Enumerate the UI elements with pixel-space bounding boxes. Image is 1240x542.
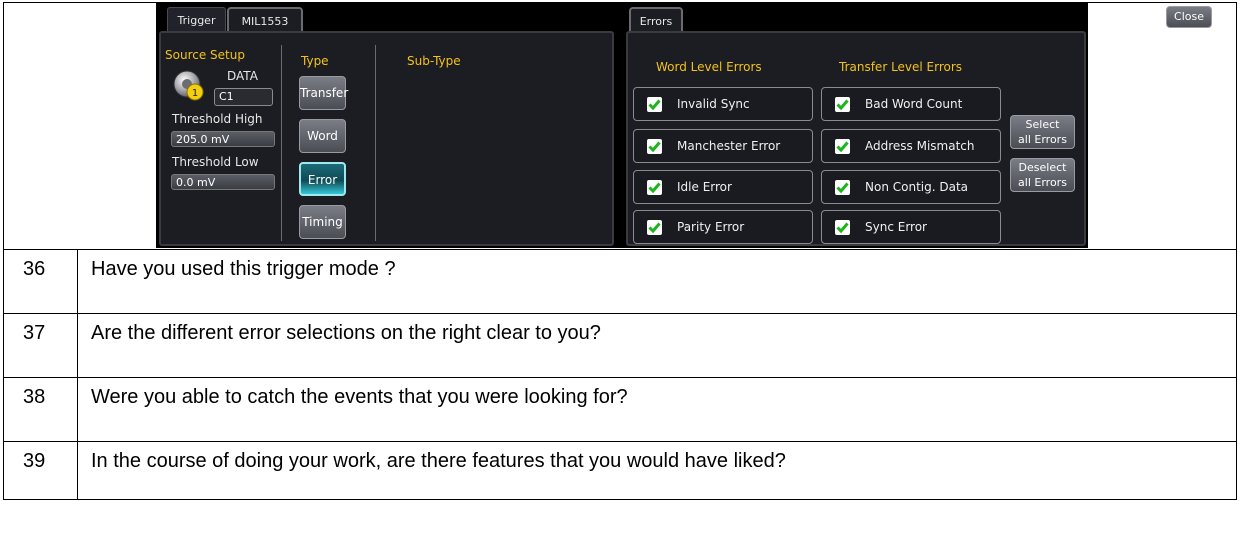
- threshold-low-field[interactable]: 0.0 mV: [171, 174, 275, 190]
- question-row: 39 In the course of doing your work, are…: [3, 441, 1237, 500]
- checkbox-checked-icon: [647, 220, 662, 235]
- deselect-all-errors-button[interactable]: Deselect all Errors: [1010, 158, 1075, 192]
- checkbox-checked-icon: [835, 180, 850, 195]
- error-label: Invalid Sync: [677, 97, 750, 111]
- error-label: Parity Error: [677, 220, 745, 234]
- threshold-high-label: Threshold High: [172, 112, 263, 126]
- error-checkbox-parity-error[interactable]: Parity Error: [633, 210, 813, 244]
- question-text: In the course of doing your work, are th…: [77, 441, 1237, 500]
- oscilloscope-screenshot: Trigger MIL1553 Source Setup 1 DATA C1 T…: [156, 2, 1088, 248]
- word-level-errors-header: Word Level Errors: [656, 60, 762, 74]
- error-label: Manchester Error: [677, 139, 781, 153]
- question-number: 37: [3, 313, 78, 378]
- threshold-low-label: Threshold Low: [172, 155, 259, 169]
- trigger-panel: Source Setup 1 DATA C1 Threshold High 20…: [159, 31, 614, 246]
- question-text: Have you used this trigger mode ?: [77, 249, 1237, 314]
- error-label: Address Mismatch: [865, 139, 975, 153]
- error-checkbox-invalid-sync[interactable]: Invalid Sync: [633, 87, 813, 121]
- question-text: Are the different error selections on th…: [77, 313, 1237, 378]
- question-number: 38: [3, 377, 78, 442]
- error-label: Idle Error: [677, 180, 732, 194]
- checkbox-checked-icon: [835, 139, 850, 154]
- question-number: 36: [3, 249, 78, 314]
- type-word-button[interactable]: Word: [299, 119, 346, 153]
- divider: [281, 45, 282, 241]
- checkbox-checked-icon: [647, 97, 662, 112]
- error-checkbox-bad-word-count[interactable]: Bad Word Count: [821, 87, 1001, 121]
- source-setup-label: Source Setup: [165, 48, 245, 62]
- error-label: Bad Word Count: [865, 97, 963, 111]
- error-label: Sync Error: [865, 220, 927, 234]
- error-checkbox-address-mismatch[interactable]: Address Mismatch: [821, 129, 1001, 163]
- checkbox-checked-icon: [647, 180, 662, 195]
- select-all-line1: Select: [1025, 118, 1060, 131]
- question-text: Were you able to catch the events that y…: [77, 377, 1237, 442]
- deselect-all-line2: all Errors: [1018, 176, 1067, 189]
- checkbox-checked-icon: [835, 220, 850, 235]
- checkbox-checked-icon: [647, 139, 662, 154]
- question-number: 39: [3, 441, 78, 500]
- error-checkbox-sync-error[interactable]: Sync Error: [821, 210, 1001, 244]
- transfer-level-errors-header: Transfer Level Errors: [839, 60, 963, 74]
- close-button[interactable]: Close: [1166, 6, 1212, 28]
- tab-trigger[interactable]: Trigger: [167, 7, 226, 33]
- threshold-high-field[interactable]: 205.0 mV: [171, 131, 275, 147]
- svg-text:1: 1: [192, 88, 198, 99]
- type-label: Type: [301, 54, 329, 68]
- error-checkbox-non-contig-data[interactable]: Non Contig. Data: [821, 170, 1001, 204]
- error-label: Non Contig. Data: [865, 180, 969, 194]
- source-knob-icon[interactable]: 1: [173, 70, 207, 102]
- error-checkbox-idle-error[interactable]: Idle Error: [633, 170, 813, 204]
- question-row: 38 Were you able to catch the events tha…: [3, 377, 1237, 442]
- checkbox-checked-icon: [835, 97, 850, 112]
- type-timing-button[interactable]: Timing: [299, 205, 346, 239]
- source-channel-field[interactable]: C1: [214, 88, 273, 106]
- error-checkbox-manchester-error[interactable]: Manchester Error: [633, 129, 813, 163]
- question-row: 36 Have you used this trigger mode ?: [3, 249, 1237, 314]
- question-row: 37 Are the different error selections on…: [3, 313, 1237, 378]
- subtype-label: Sub-Type: [407, 54, 461, 68]
- type-transfer-button[interactable]: Transfer: [299, 76, 348, 110]
- select-all-line2: all Errors: [1018, 133, 1067, 146]
- source-name: DATA: [227, 69, 258, 83]
- type-error-button[interactable]: Error: [299, 162, 346, 196]
- select-all-errors-button[interactable]: Select all Errors: [1010, 115, 1075, 149]
- deselect-all-line1: Deselect: [1018, 161, 1067, 174]
- divider: [375, 45, 376, 241]
